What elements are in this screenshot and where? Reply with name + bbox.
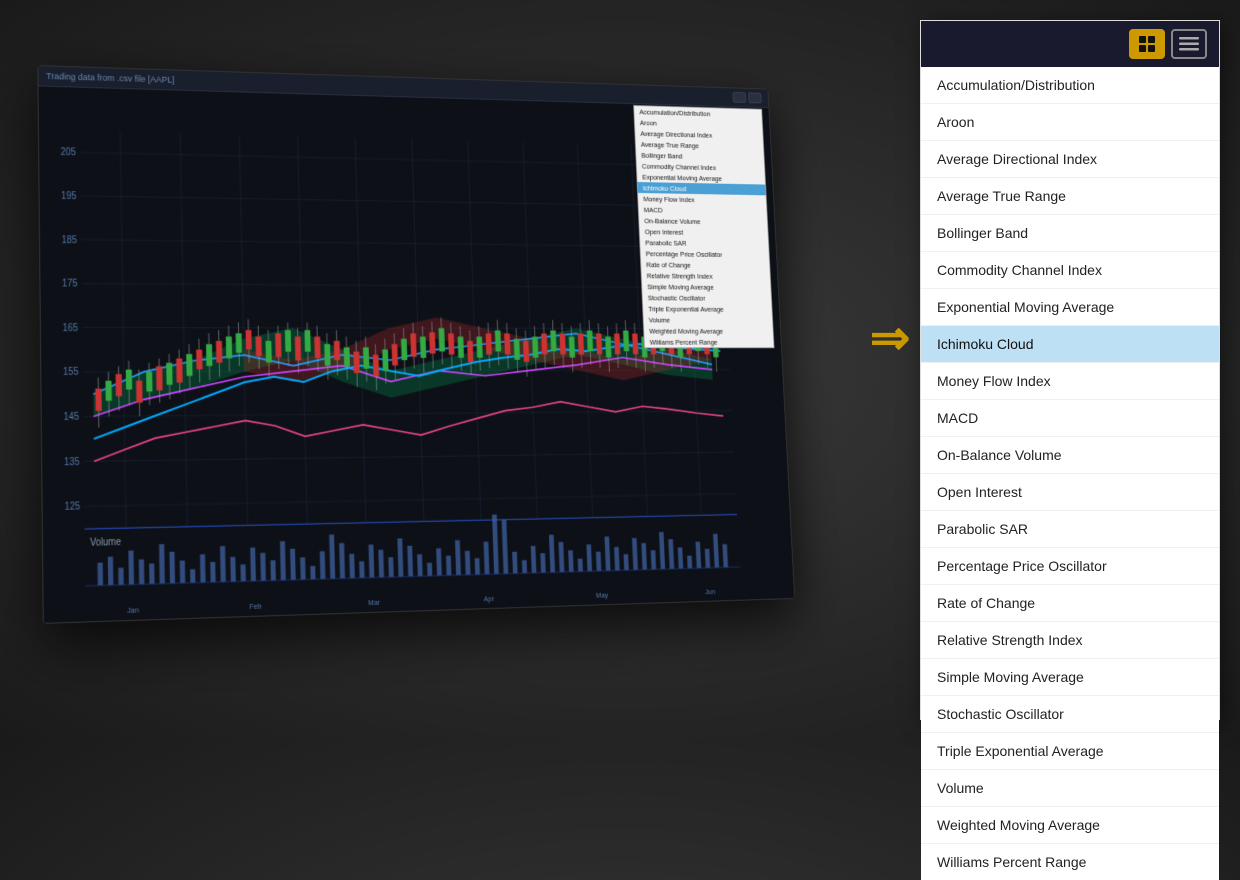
menu-icon bbox=[1179, 37, 1199, 51]
svg-text:Volume: Volume bbox=[90, 537, 121, 549]
indicator-list: Accumulation/Distribution Aroon Average … bbox=[921, 67, 1219, 880]
chart-container: Trading data from .csv file [AAPL] bbox=[37, 65, 795, 624]
svg-text:175: 175 bbox=[62, 278, 78, 289]
indicator-item-ichimoku[interactable]: Ichimoku Cloud bbox=[921, 326, 1219, 363]
chart-window: Trading data from .csv file [AAPL] bbox=[37, 65, 795, 624]
indicator-item-macd[interactable]: MACD bbox=[921, 400, 1219, 437]
indicator-item-oi[interactable]: Open Interest bbox=[921, 474, 1219, 511]
chart-title: Trading data from .csv file [AAPL] bbox=[46, 71, 174, 85]
indicator-item-aroon[interactable]: Aroon bbox=[921, 104, 1219, 141]
indicator-item-accumulation[interactable]: Accumulation/Distribution bbox=[921, 67, 1219, 104]
svg-text:135: 135 bbox=[64, 456, 80, 468]
indicator-item-stoch[interactable]: Stochastic Oscillator bbox=[921, 696, 1219, 733]
svg-text:165: 165 bbox=[63, 323, 79, 334]
menu-view-button[interactable] bbox=[1171, 29, 1207, 59]
mini-item-19[interactable]: Triple Exponential Average bbox=[643, 303, 772, 315]
indicator-item-obv[interactable]: On-Balance Volume bbox=[921, 437, 1219, 474]
svg-text:Mar: Mar bbox=[368, 598, 380, 608]
mini-item-17[interactable]: Simple Moving Average bbox=[642, 281, 771, 293]
indicator-item-ppo[interactable]: Percentage Price Oscillator bbox=[921, 548, 1219, 585]
svg-text:Feb: Feb bbox=[249, 601, 261, 611]
chart-toolbar-mini bbox=[732, 92, 761, 104]
svg-text:155: 155 bbox=[63, 367, 79, 379]
indicator-item-roc[interactable]: Rate of Change bbox=[921, 585, 1219, 622]
right-panel: Accumulation/Distribution Aroon Average … bbox=[920, 20, 1220, 720]
grid-icon bbox=[1137, 34, 1157, 54]
mini-dropdown[interactable]: Accumulation/Distribution Aroon Average … bbox=[633, 105, 774, 348]
chart-btn-2[interactable] bbox=[748, 92, 762, 103]
grid-view-button[interactable] bbox=[1129, 29, 1165, 59]
indicator-item-tema[interactable]: Triple Exponential Average bbox=[921, 733, 1219, 770]
mini-item-20[interactable]: Volume bbox=[643, 314, 772, 325]
indicator-item-ema[interactable]: Exponential Moving Average bbox=[921, 289, 1219, 326]
chart-btn-1[interactable] bbox=[732, 92, 746, 103]
indicator-item-wma[interactable]: Weighted Moving Average bbox=[921, 807, 1219, 844]
indicator-item-cci[interactable]: Commodity Channel Index bbox=[921, 252, 1219, 289]
mini-item-22[interactable]: Williams Percent Range bbox=[644, 336, 773, 347]
svg-text:Jan: Jan bbox=[127, 605, 139, 615]
svg-text:Jun: Jun bbox=[705, 587, 716, 596]
indicator-item-adi[interactable]: Average Directional Index bbox=[921, 141, 1219, 178]
indicator-item-atr[interactable]: Average True Range bbox=[921, 178, 1219, 215]
indicator-item-sma[interactable]: Simple Moving Average bbox=[921, 659, 1219, 696]
indicator-item-bb[interactable]: Bollinger Band bbox=[921, 215, 1219, 252]
indicator-item-wpr[interactable]: Williams Percent Range bbox=[921, 844, 1219, 880]
svg-text:125: 125 bbox=[65, 501, 81, 513]
indicator-item-sar[interactable]: Parabolic SAR bbox=[921, 511, 1219, 548]
indicator-item-rsi[interactable]: Relative Strength Index bbox=[921, 622, 1219, 659]
arrow: ⇒ bbox=[870, 310, 910, 366]
svg-text:Apr: Apr bbox=[483, 594, 494, 604]
svg-text:195: 195 bbox=[61, 191, 76, 203]
indicator-item-mfi[interactable]: Money Flow Index bbox=[921, 363, 1219, 400]
mini-item-21[interactable]: Weighted Moving Average bbox=[644, 325, 773, 336]
indicator-item-volume[interactable]: Volume bbox=[921, 770, 1219, 807]
svg-text:May: May bbox=[596, 590, 609, 599]
mini-item-18[interactable]: Stochastic Oscillator bbox=[642, 292, 771, 304]
svg-text:205: 205 bbox=[61, 147, 76, 159]
svg-text:145: 145 bbox=[64, 412, 80, 424]
svg-text:185: 185 bbox=[62, 234, 78, 245]
panel-header bbox=[921, 21, 1219, 67]
